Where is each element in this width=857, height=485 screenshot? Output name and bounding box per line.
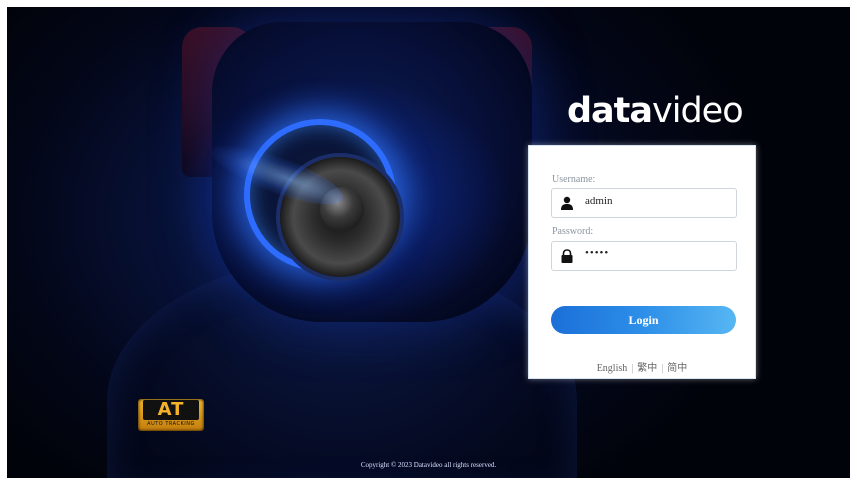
logo-bold-text: data	[567, 91, 653, 131]
password-label: Password:	[552, 226, 594, 237]
copyright-text: Copyright © 2023 Datavideo all rights re…	[360, 461, 497, 469]
user-icon	[561, 196, 573, 210]
login-button[interactable]: Login	[551, 306, 736, 334]
language-switcher: English | 繁中 | 简中	[529, 359, 755, 374]
lang-separator: |	[631, 363, 634, 374]
auto-tracking-badge: AT AUTO TRACKING	[138, 399, 204, 431]
username-value: admin	[585, 195, 613, 207]
lang-separator: |	[661, 363, 664, 374]
lock-icon	[561, 249, 573, 263]
username-field[interactable]: admin	[551, 188, 737, 218]
lang-english[interactable]: English	[597, 363, 628, 374]
badge-subtitle: AUTO TRACKING	[147, 421, 195, 427]
login-card: Username: admin Password: ••••• Login En…	[528, 145, 756, 379]
badge-at-text: AT	[143, 400, 199, 420]
datavideo-logo: datavideo	[567, 91, 744, 131]
lang-simplified-chinese[interactable]: 简中	[667, 363, 687, 374]
password-field[interactable]: •••••	[551, 241, 737, 271]
lang-traditional-chinese[interactable]: 繁中	[637, 363, 657, 374]
background-frame: datavideo Username: admin Password: ••••…	[7, 7, 850, 478]
username-label: Username:	[552, 174, 596, 185]
logo-light-text: video	[652, 91, 744, 131]
password-value: •••••	[585, 247, 610, 259]
